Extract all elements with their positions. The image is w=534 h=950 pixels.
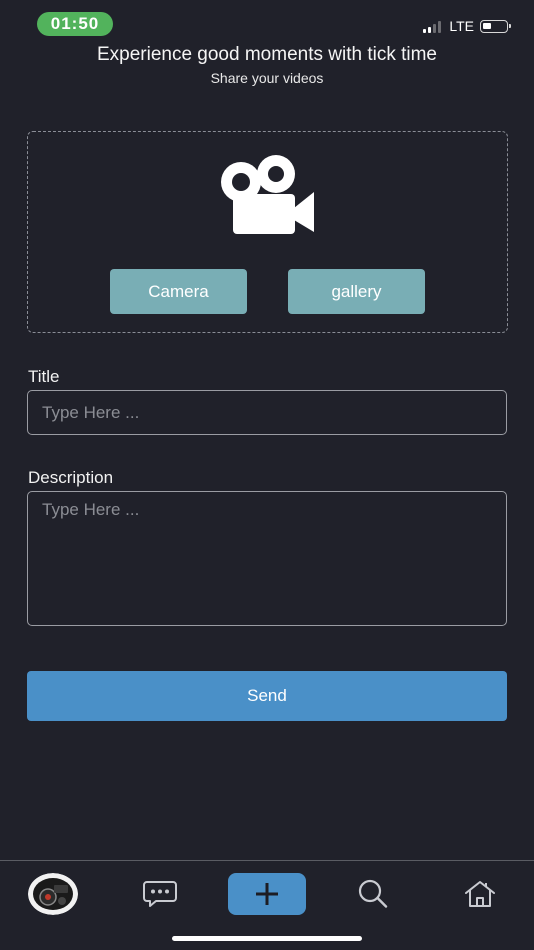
tab-search[interactable] (348, 873, 398, 915)
chat-bubble-icon (143, 881, 177, 907)
plus-icon (256, 883, 278, 905)
search-icon (358, 879, 388, 908)
send-button[interactable]: Send (27, 671, 507, 721)
page-subtitle: Share your videos (210, 70, 324, 86)
status-indicators: LTE (423, 18, 511, 34)
description-input[interactable] (27, 491, 507, 626)
home-indicator (172, 936, 362, 941)
page-title: Experience good moments with tick time (96, 44, 438, 65)
title-label: Title (28, 367, 60, 386)
tab-add[interactable] (228, 873, 306, 915)
status-time: 01:50 (37, 12, 113, 36)
status-bar: 01:50 LTE (0, 0, 534, 46)
camera-button[interactable]: Camera (110, 269, 247, 314)
video-camera-icon (221, 155, 314, 234)
avatar (28, 873, 78, 915)
tab-home[interactable] (455, 873, 505, 915)
network-label: LTE (449, 18, 474, 34)
home-icon (465, 881, 495, 907)
signal-icon (423, 19, 442, 33)
battery-icon (480, 19, 511, 33)
tab-messages[interactable] (135, 873, 185, 915)
description-label: Description (28, 468, 114, 487)
tab-profile[interactable] (28, 873, 78, 915)
gallery-button[interactable]: gallery (288, 269, 425, 314)
title-input[interactable] (27, 390, 507, 435)
video-upload-area: Camera gallery (27, 131, 508, 333)
